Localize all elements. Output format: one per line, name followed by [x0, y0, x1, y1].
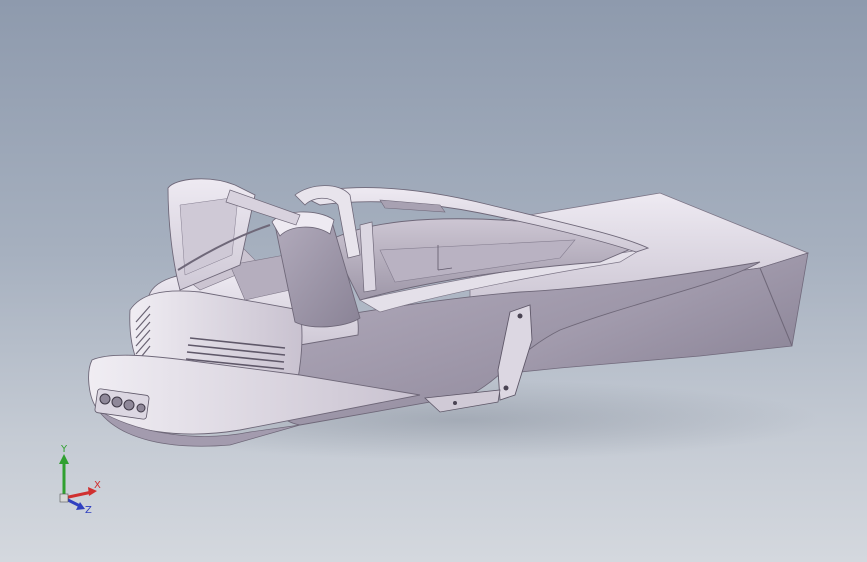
bracket-bolt-top [517, 313, 523, 319]
lower-bracket-bolt [453, 401, 457, 405]
coordinate-triad: Y X Z [59, 444, 101, 515]
graphics-viewport[interactable]: Y X Z [0, 0, 867, 562]
bracket-bolt-bottom [503, 385, 509, 391]
y-axis-arrowhead [59, 454, 69, 464]
x-axis-label: X [94, 480, 101, 491]
y-axis-label: Y [60, 444, 68, 455]
triad-origin [59, 493, 69, 503]
car-chassis-3d-model[interactable] [0, 0, 867, 562]
z-axis-label: Z [85, 505, 92, 515]
